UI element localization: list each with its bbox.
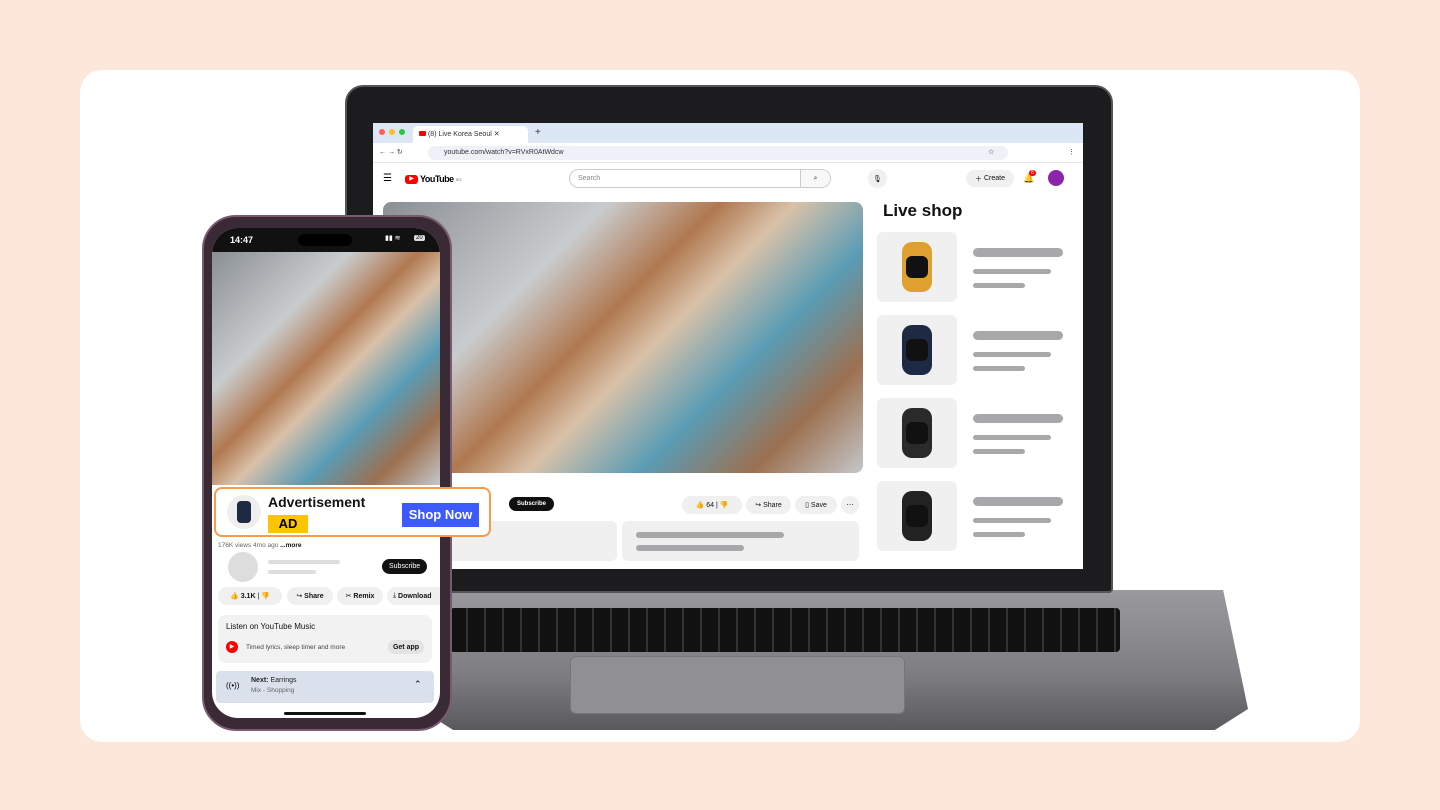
- product-image-black-fitness-band: [877, 481, 957, 551]
- live-shop-title: Live shop: [883, 201, 963, 220]
- save-button[interactable]: ▯ Save: [795, 496, 837, 514]
- like-count: 64: [706, 501, 715, 509]
- share-button[interactable]: ↪ Share: [746, 496, 791, 514]
- laptop-keyboard: [450, 608, 1120, 652]
- video-player[interactable]: [383, 202, 863, 473]
- status-time: 14:47: [230, 235, 254, 245]
- status-bar: 14:47 ▮▮ ≋ 20: [212, 228, 440, 252]
- home-indicator: [284, 712, 366, 715]
- next-subtitle: Mix - Shopping: [251, 687, 295, 694]
- subscribe-button[interactable]: Subscribe: [509, 497, 555, 511]
- create-button[interactable]: ＋ Create: [966, 170, 1014, 187]
- address-bar-row: ← → ↻ youtube.com/watch?v=RVxR0AtWdcw ☆ …: [373, 143, 1083, 163]
- search-placeholder: Search: [578, 175, 601, 182]
- youtube-logo-text: YouTube: [420, 174, 454, 184]
- phone-screen: 14:47 ▮▮ ≋ 20 176K views 4mo ago ...more…: [212, 228, 440, 718]
- chevron-up-icon[interactable]: ⌃: [414, 679, 422, 690]
- product-image-navy-smartwatch: [877, 315, 957, 385]
- live-shop-item[interactable]: [877, 232, 1077, 302]
- more-actions-button[interactable]: ⋯: [841, 496, 859, 514]
- browser-tab[interactable]: (8) Live Korea Seoul ✕: [413, 126, 528, 143]
- next-label: Next:: [251, 677, 269, 684]
- url-field[interactable]: youtube.com/watch?v=RVxR0AtWdcw: [428, 146, 1008, 160]
- remix-label: Remix: [353, 592, 375, 600]
- remix-button[interactable]: ✂ Remix: [337, 587, 383, 605]
- ad-title: Advertisement: [268, 494, 366, 510]
- more-link[interactable]: ...more: [280, 542, 301, 549]
- microphone-icon[interactable]: 🎙: [868, 169, 887, 188]
- product-image-black-sport-watch: [877, 398, 957, 468]
- channel-avatar[interactable]: [228, 552, 258, 582]
- notification-badge: 8: [1029, 170, 1036, 176]
- youtube-logo[interactable]: ▶ YouTube SG: [405, 174, 461, 184]
- minimize-window-icon[interactable]: [389, 129, 395, 135]
- avatar[interactable]: [1048, 170, 1064, 186]
- phone-share-label: Share: [304, 592, 324, 600]
- back-icon[interactable]: ← → ↻: [379, 148, 403, 156]
- radio-broadcast-icon: ((•)): [226, 681, 240, 690]
- up-next-bar[interactable]: ((•)) Next: Earrings Mix - Shopping ⌃: [216, 671, 434, 703]
- phone-share-button[interactable]: ↪ Share: [287, 587, 333, 605]
- ad-product-thumbnail: [227, 495, 261, 529]
- url-text: youtube.com/watch?v=RVxR0AtWdcw: [444, 149, 564, 156]
- like-dislike-button[interactable]: 👍 64 | 👎: [682, 496, 742, 514]
- dynamic-island: [298, 234, 352, 246]
- browser-tab-bar: (8) Live Korea Seoul ✕ +: [373, 123, 1083, 143]
- save-label: Save: [810, 501, 827, 509]
- battery-icon: 20: [414, 235, 425, 241]
- music-card-title: Listen on YouTube Music: [226, 622, 316, 631]
- create-label: Create: [983, 175, 1005, 182]
- phone-like-button[interactable]: 👍 3.1K | 👎: [218, 587, 282, 605]
- phone-subscribe-button[interactable]: Subscribe: [382, 559, 428, 574]
- search-icon[interactable]: ⌕: [800, 170, 830, 187]
- new-tab-button[interactable]: +: [535, 127, 541, 138]
- get-app-button[interactable]: Get app: [388, 640, 424, 654]
- phone-video-player[interactable]: [212, 252, 440, 485]
- shop-now-button[interactable]: Shop Now: [402, 503, 479, 527]
- share-label: Share: [763, 501, 782, 509]
- hamburger-menu-icon[interactable]: ☰: [383, 173, 392, 184]
- advertisement-card[interactable]: Advertisement AD Shop Now: [214, 487, 491, 537]
- search-input[interactable]: Search ⌕: [569, 169, 831, 188]
- live-shop-item[interactable]: [877, 481, 1077, 551]
- laptop-trackpad: [570, 656, 905, 714]
- download-label: Download: [398, 592, 432, 600]
- youtube-music-card: Listen on YouTube Music ▶ Timed lyrics, …: [218, 615, 432, 663]
- signal-wifi-icon: ▮▮ ≋: [385, 235, 401, 242]
- view-count: 176K views 4mo ago: [218, 542, 279, 549]
- bookmark-star-icon[interactable]: ☆: [988, 148, 994, 156]
- youtube-favicon: [419, 131, 426, 136]
- description-card: [622, 521, 859, 561]
- live-shop-item[interactable]: [877, 315, 1077, 385]
- live-shop-item[interactable]: [877, 398, 1077, 468]
- video-meta: 176K views 4mo ago ...more: [218, 542, 301, 549]
- download-button[interactable]: ⤓ Download: [387, 587, 440, 605]
- ad-badge: AD: [268, 515, 308, 533]
- next-title: Earrings: [270, 677, 297, 684]
- maximize-window-icon[interactable]: [399, 129, 405, 135]
- region-code: SG: [455, 176, 462, 182]
- tab-title: (8) Live Korea Seoul: [427, 131, 492, 138]
- close-window-icon[interactable]: [379, 129, 385, 135]
- phone-like-count: 3.1K: [240, 592, 256, 600]
- browser-menu-icon[interactable]: ⋮: [1068, 148, 1075, 156]
- music-card-description: Timed lyrics, sleep timer and more: [246, 644, 346, 651]
- youtube-music-icon: ▶: [226, 641, 238, 653]
- product-image-orange-fitness-band: [877, 232, 957, 302]
